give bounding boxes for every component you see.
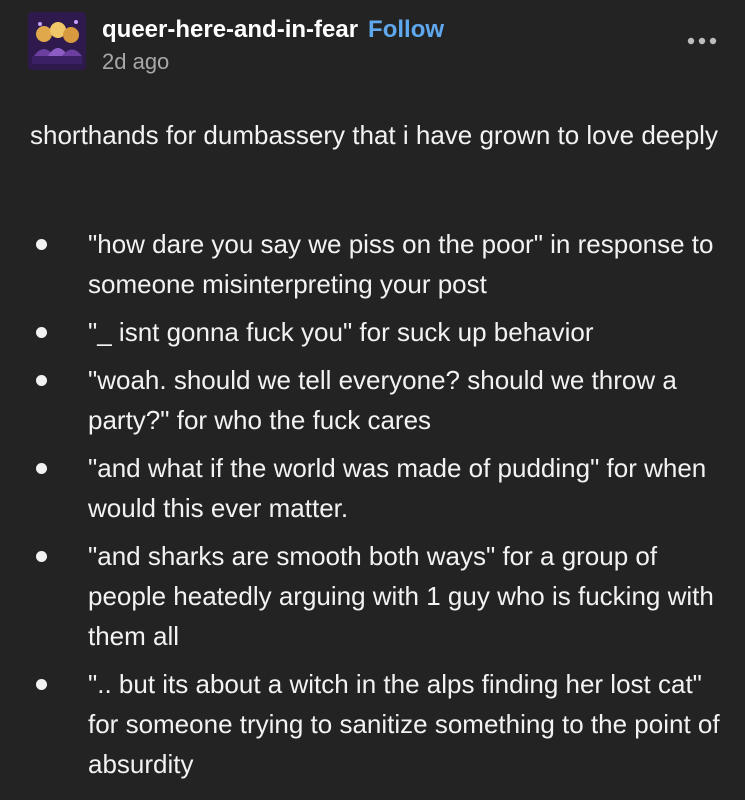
list-item: "and what if the world was made of puddi…: [30, 448, 730, 528]
more-options-icon[interactable]: [686, 34, 718, 48]
timestamp: 2d ago: [102, 49, 170, 74]
bullet-icon: [36, 327, 47, 338]
list-item-text: "and sharks are smooth both ways" for a …: [88, 541, 714, 651]
list-item: "_ isnt gonna fuck you" for suck up beha…: [30, 312, 730, 352]
list-item: "woah. should we tell everyone? should w…: [30, 360, 730, 440]
bullet-icon: [36, 375, 47, 386]
list-item: "how dare you say we piss on the poor" i…: [30, 224, 730, 304]
avatar-group-icon: [28, 12, 86, 70]
bullet-icon: [36, 679, 47, 690]
list-item-text: ".. but its about a witch in the alps fi…: [88, 669, 720, 779]
post-card: queer-here-and-in-fear Follow 2d ago shor…: [0, 0, 745, 800]
post-body-text: shorthands for dumbassery that i have gr…: [30, 120, 718, 150]
user-line: queer-here-and-in-fear Follow: [102, 15, 444, 45]
list-item-text: "_ isnt gonna fuck you" for suck up beha…: [88, 317, 594, 347]
bullet-icon: [36, 551, 47, 562]
list-item: ".. but its about a witch in the alps fi…: [30, 664, 730, 784]
post-header: queer-here-and-in-fear Follow 2d ago: [28, 12, 718, 74]
username[interactable]: queer-here-and-in-fear: [102, 16, 358, 43]
bullet-icon: [36, 239, 47, 250]
list-item-text: "how dare you say we piss on the poor" i…: [88, 229, 714, 299]
list-item-text: "and what if the world was made of puddi…: [88, 453, 707, 523]
list-item-text: "woah. should we tell everyone? should w…: [88, 365, 677, 435]
follow-button[interactable]: Follow: [368, 16, 444, 43]
avatar[interactable]: [28, 12, 86, 70]
post-list: "how dare you say we piss on the poor" i…: [30, 224, 730, 792]
bullet-icon: [36, 463, 47, 474]
list-item: "and sharks are smooth both ways" for a …: [30, 536, 730, 656]
